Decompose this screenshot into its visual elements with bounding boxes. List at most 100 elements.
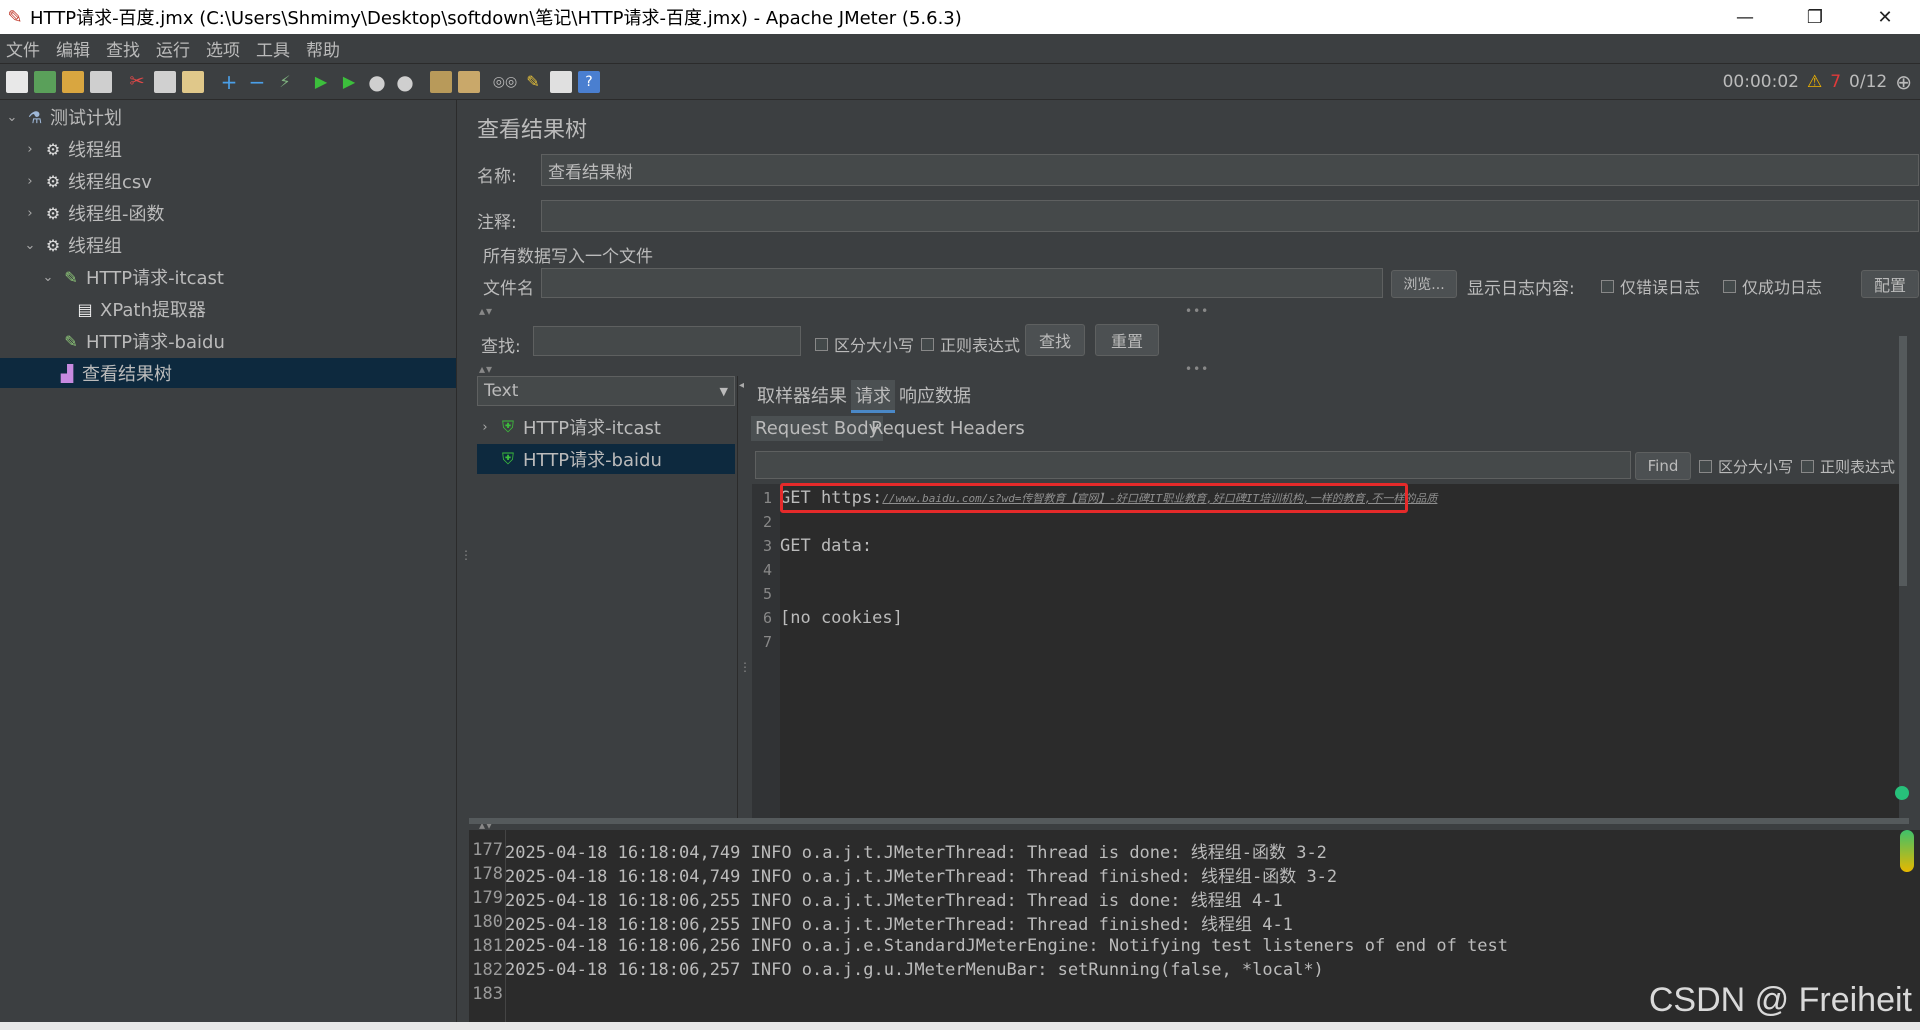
case-sensitive-checkbox[interactable]: 区分大小写 [815, 332, 914, 356]
editor-scrollbar[interactable] [1899, 336, 1909, 820]
tab-sampler-result[interactable]: 取样器结果 [753, 380, 851, 410]
result-item-itcast[interactable]: › ⛨ HTTP请求-itcast [477, 412, 735, 442]
menu-options[interactable]: 选项 [206, 36, 240, 61]
remote-globe-icon[interactable]: ⊕ [1895, 70, 1912, 94]
menu-file[interactable]: 文件 [6, 36, 40, 61]
new-icon[interactable] [6, 70, 28, 93]
log-line: 183 [472, 984, 503, 1004]
regex-checkbox[interactable]: 正则表达式 [921, 332, 1020, 356]
editor-line-3: 3 GET data: [762, 536, 873, 556]
tree-item-label: XPath提取器 [100, 300, 206, 321]
tree-item-label: 线程组 [68, 140, 122, 161]
tree-item-http-baidu[interactable]: ✎ HTTP请求-baidu [40, 326, 225, 356]
tab-request-body[interactable]: Request Body [751, 416, 884, 441]
warning-icon[interactable]: ⚠ [1807, 72, 1822, 92]
renderer-select[interactable]: Text ▼ [477, 376, 735, 406]
menu-run[interactable]: 运行 [156, 36, 190, 61]
shield-check-icon: ⛨ [501, 417, 514, 436]
collapse-icon[interactable]: − [246, 70, 268, 94]
log-line: 180 2025-04-18 16:18:06,255 INFO o.a.j.t.… [472, 912, 1293, 935]
editor-regex-checkbox[interactable]: 正则表达式 [1801, 456, 1895, 477]
restore-button[interactable]: ❐ [1780, 0, 1850, 34]
page-title: 查看结果树 [477, 118, 588, 143]
chevron-right-icon[interactable]: › [477, 420, 493, 435]
comment-input[interactable] [541, 200, 1919, 232]
tree-item-label: HTTP请求-baidu [86, 332, 225, 353]
editor-find-button[interactable]: Find [1635, 452, 1691, 480]
clear-icon[interactable] [430, 70, 452, 93]
scrollbar-thumb[interactable] [1899, 336, 1907, 586]
menu-help[interactable]: 帮助 [306, 36, 340, 61]
log-splitter[interactable]: ▴▾ ••• [469, 816, 1920, 832]
start-no-pauses-icon[interactable]: ▶ [338, 71, 360, 93]
save-icon[interactable] [90, 70, 112, 93]
tree-item-xpath-extractor[interactable]: ▤ XPath提取器 [76, 294, 206, 324]
reset-button[interactable]: 重置 [1095, 324, 1159, 356]
copy-icon[interactable] [154, 70, 176, 93]
open-icon[interactable] [62, 70, 84, 93]
tab-request[interactable]: 请求 [851, 380, 895, 413]
status-dot-icon [1895, 786, 1909, 800]
tree-item-test-plan[interactable]: ⌄ ⚗ 测试计划 [4, 102, 122, 132]
result-item-baidu[interactable]: ⛨ HTTP请求-baidu [477, 444, 735, 474]
name-input[interactable]: 查看结果树 [541, 154, 1919, 186]
help-icon[interactable]: ? [578, 70, 600, 93]
tree-item-http-itcast[interactable]: ⌄ ✎ HTTP请求-itcast [40, 262, 224, 292]
cut-icon[interactable]: ✂ [126, 71, 148, 93]
chevron-right-icon[interactable]: › [22, 174, 38, 189]
menu-tools[interactable]: 工具 [256, 36, 290, 61]
configure-button[interactable]: 配置 [1861, 270, 1919, 298]
menu-search[interactable]: 查找 [106, 36, 140, 61]
chevron-down-icon[interactable]: ⌄ [40, 270, 56, 285]
tree-item-thread-group-function[interactable]: › ⚙ 线程组-函数 [22, 198, 164, 228]
chevron-right-icon[interactable]: › [22, 206, 38, 221]
browse-button[interactable]: 浏览... [1391, 270, 1457, 298]
chevron-down-icon[interactable]: ⌄ [4, 110, 20, 125]
errors-only-checkbox[interactable]: 仅错误日志 [1601, 274, 1700, 298]
start-icon[interactable]: ▶ [310, 71, 332, 93]
tab-response-data[interactable]: 响应数据 [895, 380, 975, 410]
request-body-editor[interactable]: 1 GET https: //www.baidu.com/s?wd=传智教育【官… [752, 483, 1902, 820]
editor-find-input[interactable] [755, 451, 1631, 479]
tree-item-thread-group-1[interactable]: › ⚙ 线程组 [22, 134, 122, 164]
taskbar-strip [0, 1022, 1920, 1030]
success-only-checkbox[interactable]: 仅成功日志 [1723, 274, 1822, 298]
minimize-button[interactable]: — [1710, 0, 1780, 34]
splitter-grip-icon[interactable]: ••• [1185, 362, 1209, 376]
close-button[interactable]: ✕ [1850, 0, 1920, 34]
main-splitter[interactable]: ⋮ [457, 100, 472, 1022]
templates-icon[interactable] [34, 70, 56, 93]
chevron-down-icon[interactable]: ⌄ [22, 238, 38, 253]
filename-label: 文件名 [483, 279, 534, 299]
filename-input[interactable] [541, 268, 1383, 298]
result-item-label: HTTP请求-itcast [523, 418, 661, 439]
tab-request-headers[interactable]: Request Headers [867, 416, 1029, 441]
tree-item-thread-group-csv[interactable]: › ⚙ 线程组csv [22, 166, 152, 196]
splitter-grip-icon[interactable]: ⋮ [739, 660, 751, 674]
chevron-right-icon[interactable]: › [22, 142, 38, 157]
reset-search-icon[interactable]: ✎ [522, 71, 544, 93]
paste-icon[interactable] [182, 70, 204, 93]
stop-icon[interactable]: ● [366, 70, 388, 94]
horizontal-scrollbar-thumb[interactable] [469, 818, 1909, 824]
collapse-arrows-icon[interactable]: ▴▾ [479, 362, 493, 376]
chevron-down-icon[interactable]: ▼ [720, 385, 728, 398]
shutdown-icon[interactable]: ● [394, 70, 416, 94]
highlight-annotation-box [780, 483, 1408, 513]
menu-edit[interactable]: 编辑 [56, 36, 90, 61]
splitter-grip-icon[interactable]: ••• [1185, 304, 1209, 318]
expand-icon[interactable]: + [218, 70, 240, 94]
collapse-arrows-icon[interactable]: ▴▾ [479, 304, 493, 318]
find-button[interactable]: 查找 [1025, 324, 1085, 356]
collapse-left-icon[interactable]: ◂ [739, 380, 744, 391]
toggle-icon[interactable]: ⚡ [274, 71, 296, 93]
editor-case-checkbox[interactable]: 区分大小写 [1699, 456, 1793, 477]
tree-item-view-results-tree[interactable]: ▟ 查看结果树 [0, 358, 456, 388]
function-helper-icon[interactable] [550, 70, 572, 93]
clear-all-icon[interactable] [458, 70, 480, 93]
tree-item-thread-group-4[interactable]: ⌄ ⚙ 线程组 [22, 230, 122, 260]
search-binoculars-icon[interactable]: ◎◎ [493, 71, 517, 93]
gear-icon: ⚙ [45, 139, 61, 159]
log-line: 178 2025-04-18 16:18:04,749 INFO o.a.j.t.… [472, 864, 1338, 887]
search-input[interactable] [533, 326, 801, 356]
